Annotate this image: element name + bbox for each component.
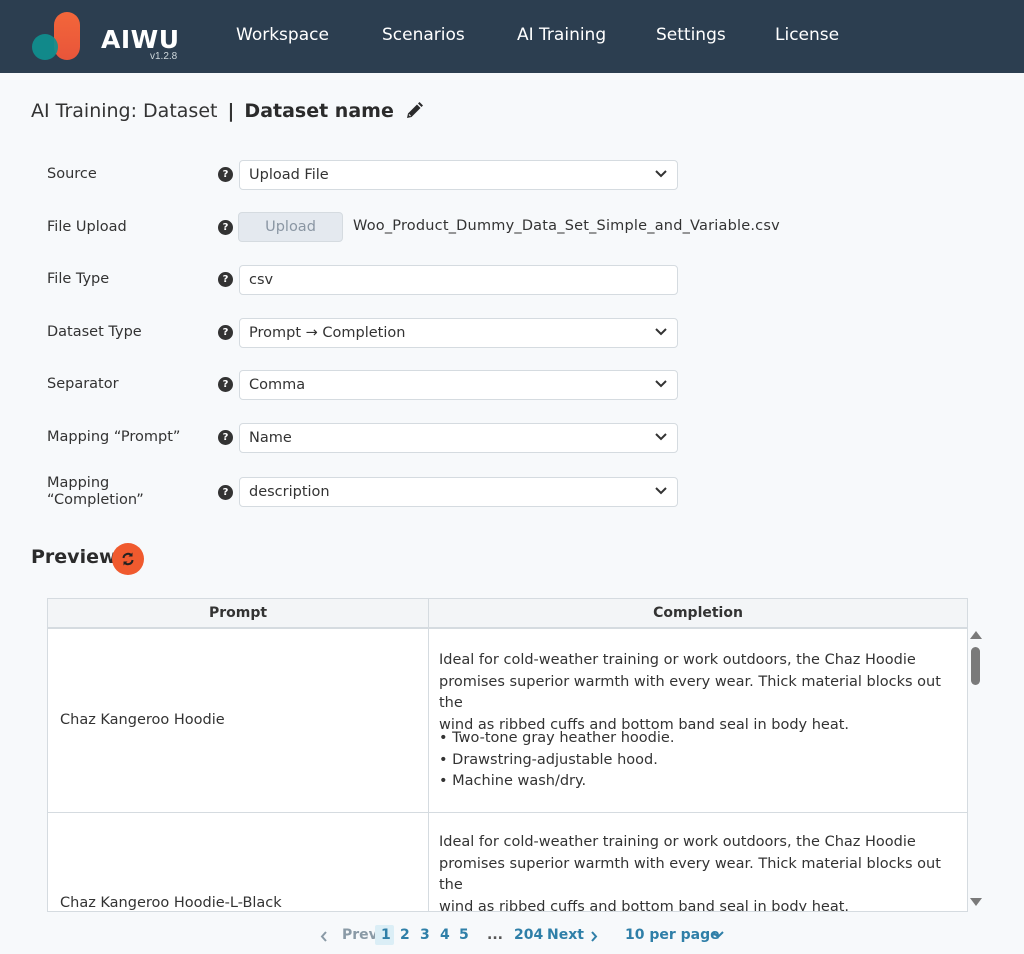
file-type-input[interactable]: csv: [239, 265, 678, 295]
row-divider: [48, 812, 967, 813]
scroll-up-arrow-icon[interactable]: [970, 631, 982, 639]
chevron-down-icon: [655, 380, 667, 388]
column-divider: [428, 599, 429, 911]
completion-cell: Ideal for cold-weather training or work …: [439, 650, 961, 736]
bullet-item: • Drawstring-adjustable hood.: [439, 751, 658, 768]
mapping-completion-label-line2: “Completion”: [47, 492, 144, 508]
file-type-label: File Type: [47, 271, 110, 287]
chevron-down-icon: [655, 170, 667, 178]
mapping-prompt-label: Mapping “Prompt”: [47, 429, 181, 445]
app-version: v1.2.8: [150, 51, 178, 62]
separator-select[interactable]: Comma: [239, 370, 678, 400]
pagination-page-2[interactable]: 2: [400, 927, 410, 943]
pencil-edit-icon[interactable]: [404, 101, 424, 121]
completion-line: Ideal for cold-weather training or work …: [439, 834, 916, 850]
file-type-value: csv: [249, 272, 274, 288]
pagination-next[interactable]: Next: [547, 927, 584, 943]
pagination-ellipsis: ...: [487, 927, 503, 943]
completion-bullet-list: • Two-tone gray heather hoodie. • Drawst…: [439, 728, 674, 793]
dataset-name[interactable]: Dataset name: [244, 100, 393, 122]
help-icon[interactable]: ?: [218, 430, 233, 445]
source-label: Source: [47, 166, 97, 182]
logo-pill-shape: [54, 12, 80, 60]
nav-scenarios[interactable]: Scenarios: [382, 25, 465, 45]
mapping-completion-label-line1: Mapping: [47, 475, 110, 491]
logo-dot-shape: [32, 34, 58, 60]
completion-line: wind as ribbed cuffs and bottom band sea…: [439, 898, 850, 912]
chevron-down-icon: [655, 487, 667, 495]
uploaded-file-name: Woo_Product_Dummy_Data_Set_Simple_and_Va…: [353, 218, 780, 234]
aiwu-logo[interactable]: [30, 12, 86, 62]
help-icon[interactable]: ?: [218, 272, 233, 287]
pagination-last-page[interactable]: 204: [514, 927, 543, 943]
per-page-select[interactable]: 10 per page: [625, 927, 720, 943]
page-title: AI Training: Dataset | Dataset name: [31, 100, 394, 122]
column-header-prompt: Prompt: [208, 605, 268, 621]
bullet-item: • Two-tone gray heather hoodie.: [439, 730, 675, 746]
mapping-prompt-select[interactable]: Name: [239, 423, 678, 453]
scrollbar-thumb[interactable]: [971, 647, 980, 685]
scroll-down-arrow-icon[interactable]: [970, 898, 982, 906]
nav-license[interactable]: License: [775, 25, 839, 45]
separator-value: Comma: [249, 377, 306, 393]
brand-name[interactable]: AIWU: [101, 25, 180, 54]
bullet-item: • Machine wash/dry.: [439, 773, 587, 789]
completion-line: promises superior warmth with every wear…: [439, 673, 941, 712]
prompt-cell: Chaz Kangeroo Hoodie-L-Black: [60, 895, 282, 911]
chevron-down-icon: [655, 328, 667, 336]
nav-settings[interactable]: Settings: [656, 25, 726, 45]
chevron-left-icon[interactable]: [320, 931, 328, 942]
pagination-page-4[interactable]: 4: [440, 927, 450, 943]
help-icon[interactable]: ?: [218, 325, 233, 340]
separator-label: Separator: [47, 376, 119, 392]
nav-workspace[interactable]: Workspace: [236, 25, 329, 45]
dataset-type-label: Dataset Type: [47, 324, 142, 340]
refresh-icon: [122, 552, 134, 566]
source-select-value: Upload File: [249, 167, 329, 183]
upload-button[interactable]: Upload: [238, 212, 343, 242]
title-separator: |: [227, 100, 235, 122]
mapping-completion-value: description: [249, 484, 330, 500]
source-select[interactable]: Upload File: [239, 160, 678, 190]
table-header: Prompt Completion: [48, 599, 967, 629]
help-icon[interactable]: ?: [218, 167, 233, 182]
preview-heading: Preview: [31, 546, 117, 568]
pagination-page-3[interactable]: 3: [420, 927, 430, 943]
file-upload-label: File Upload: [47, 219, 127, 235]
chevron-right-icon[interactable]: [590, 931, 598, 942]
prompt-cell: Chaz Kangeroo Hoodie: [60, 712, 225, 728]
completion-line: promises superior warmth with every wear…: [439, 855, 941, 894]
dataset-type-select[interactable]: Prompt → Completion: [239, 318, 678, 348]
dataset-type-value: Prompt → Completion: [249, 325, 406, 341]
completion-line: Ideal for cold-weather training or work …: [439, 652, 916, 668]
chevron-down-icon[interactable]: [712, 931, 724, 939]
pagination-prev[interactable]: Prev: [342, 927, 378, 943]
nav-ai-training[interactable]: AI Training: [517, 25, 606, 45]
mapping-completion-label: Mapping “Completion”: [47, 475, 144, 509]
mapping-prompt-value: Name: [249, 430, 292, 446]
help-icon[interactable]: ?: [218, 485, 233, 500]
page-title-prefix: AI Training: Dataset: [31, 100, 218, 122]
help-icon[interactable]: ?: [218, 220, 233, 235]
top-navigation-bar: AIWU v1.2.8 Workspace Scenarios AI Train…: [0, 0, 1024, 73]
column-header-completion: Completion: [653, 605, 743, 621]
pagination-page-5[interactable]: 5: [459, 927, 469, 943]
completion-cell: Ideal for cold-weather training or work …: [439, 832, 961, 912]
preview-table: Prompt Completion Chaz Kangeroo Hoodie I…: [47, 598, 968, 912]
mapping-completion-select[interactable]: description: [239, 477, 678, 507]
chevron-down-icon: [655, 433, 667, 441]
pagination-page-1[interactable]: 1: [381, 927, 391, 943]
refresh-button[interactable]: [112, 543, 144, 575]
help-icon[interactable]: ?: [218, 377, 233, 392]
